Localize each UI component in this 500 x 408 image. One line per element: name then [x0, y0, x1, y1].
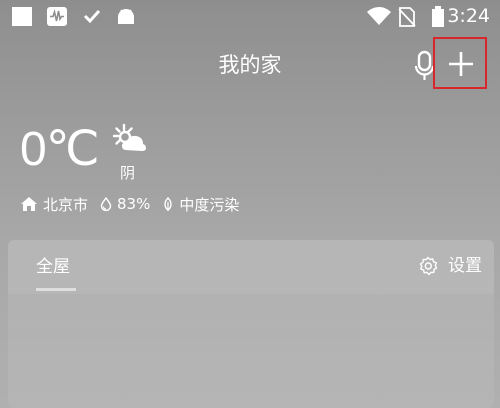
check-icon	[83, 9, 101, 24]
humidity-value: 83%	[117, 195, 151, 213]
weather-info-row: 北京市 83% 中度污染	[20, 193, 251, 215]
home-icon	[21, 197, 37, 211]
pollution-level: 中度污染	[179, 195, 240, 214]
android-icon	[118, 9, 134, 24]
temperature: 0℃	[20, 123, 100, 176]
tab-indicator	[36, 288, 76, 291]
settings-label: 设置	[448, 256, 482, 276]
clock-time: 3:24	[447, 5, 490, 27]
settings-button[interactable]: 设置	[418, 255, 482, 277]
location-info[interactable]: 北京市	[20, 194, 88, 215]
weather-condition: 阴	[120, 164, 136, 182]
wave-icon	[47, 7, 67, 26]
battery-icon	[432, 6, 444, 27]
plus-icon	[449, 52, 473, 76]
rooms-card: 全屋 设置	[8, 240, 494, 408]
location-label: 北京市	[43, 195, 89, 214]
square-icon	[12, 7, 32, 26]
tab-all-rooms[interactable]: 全屋	[36, 256, 70, 278]
humidity-info: 83%	[100, 195, 150, 213]
gear-icon	[419, 256, 438, 276]
humidity-drop-icon	[100, 197, 112, 211]
wifi-icon	[367, 7, 391, 25]
pollution-info: 中度污染	[162, 194, 239, 215]
no-sim-icon	[398, 7, 416, 27]
cloudy-sun-icon	[112, 123, 146, 151]
leaf-icon	[164, 196, 173, 211]
status-bar: 3:24	[0, 0, 500, 34]
add-device-button[interactable]	[433, 37, 487, 89]
room-tabs: 全屋 设置	[8, 240, 494, 294]
